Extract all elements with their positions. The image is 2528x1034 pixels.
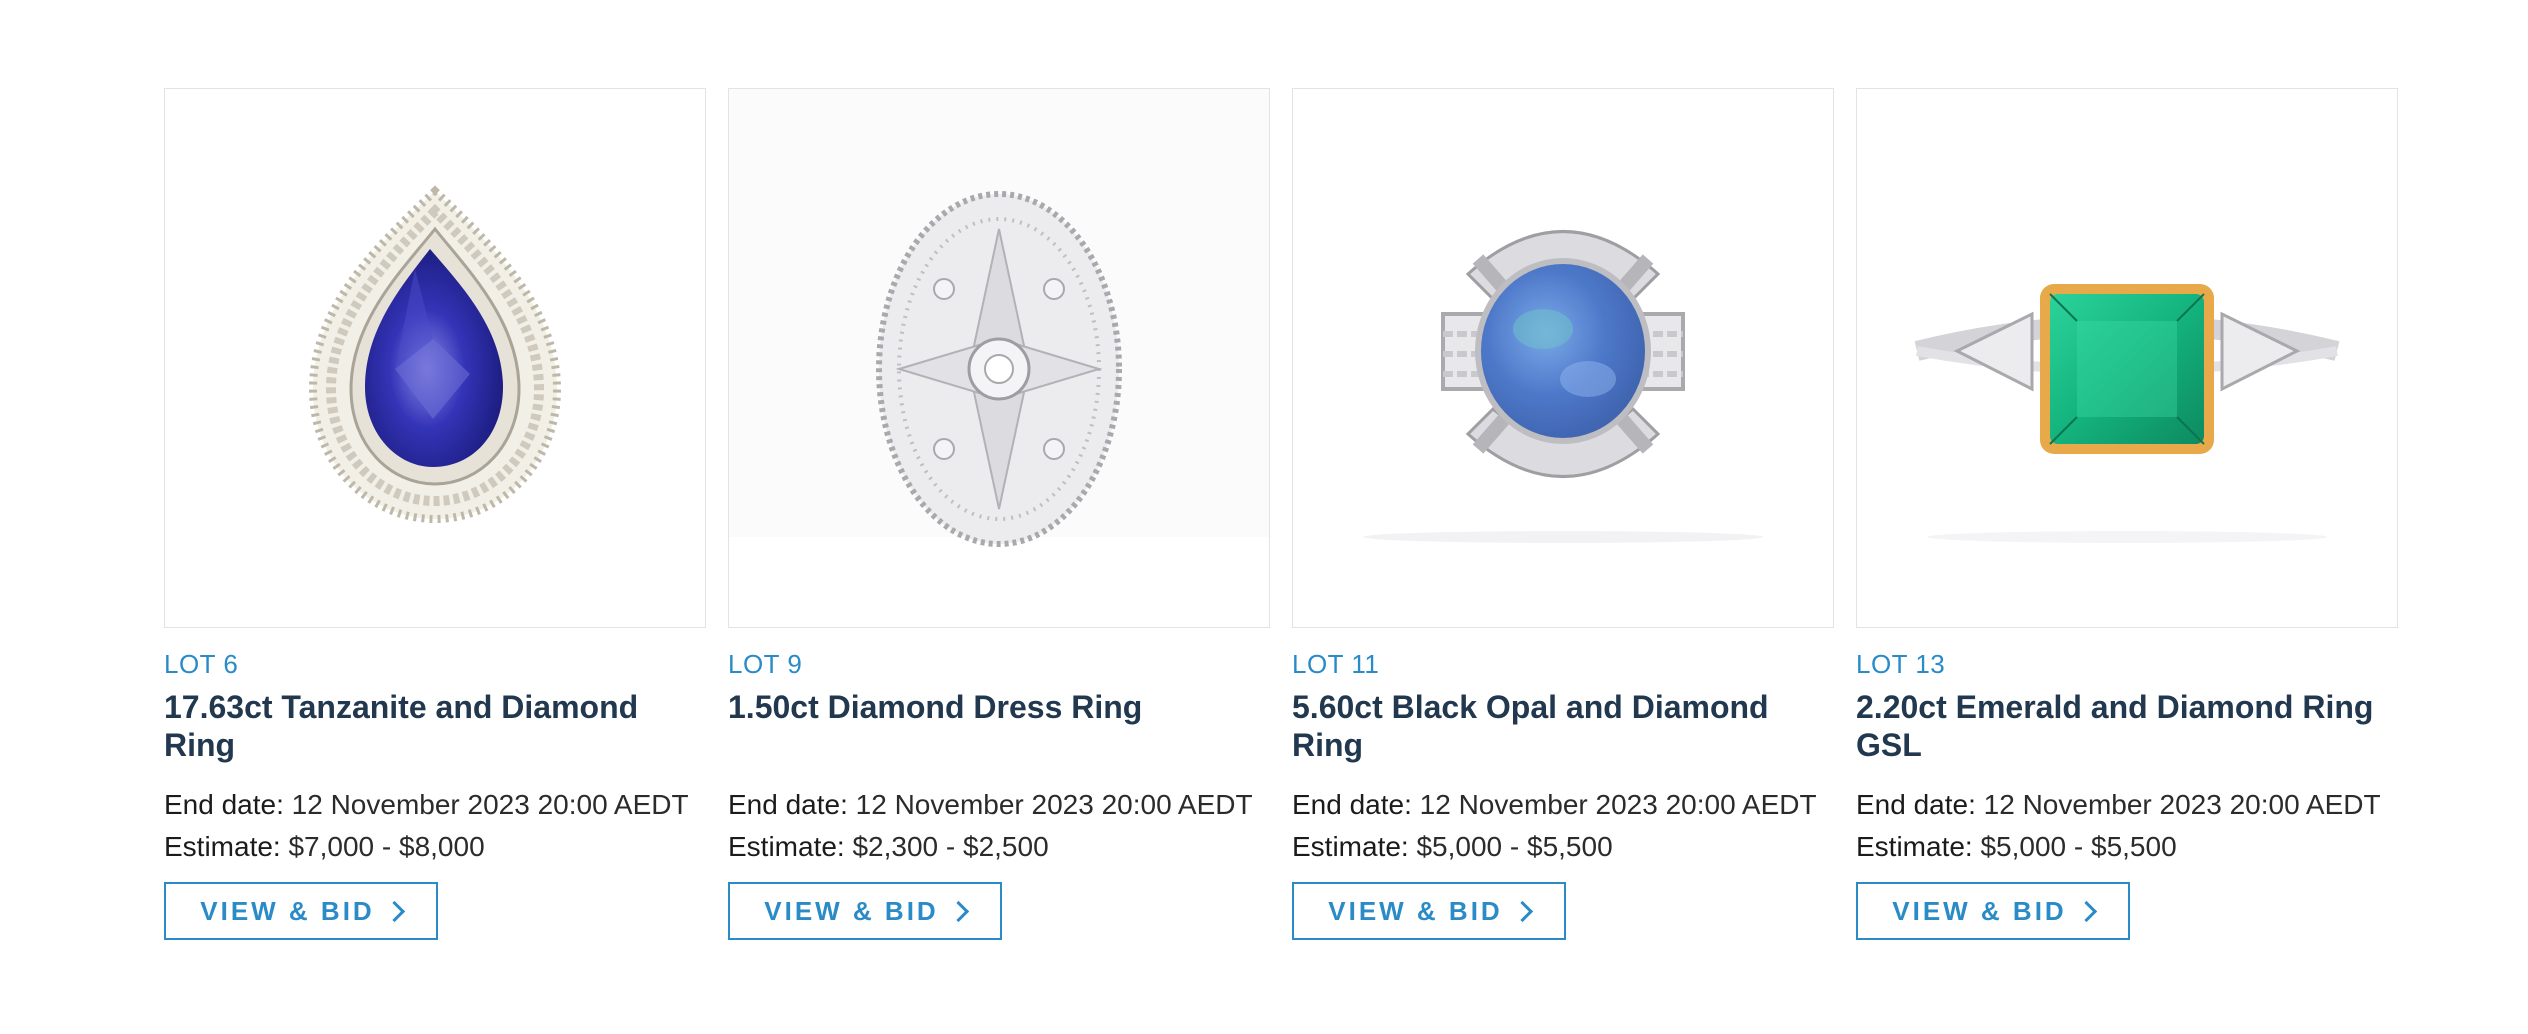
- view-bid-button[interactable]: VIEW & BID: [1856, 882, 2130, 940]
- chevron-right-icon: [383, 900, 405, 922]
- view-bid-label: VIEW & BID: [1328, 895, 1503, 926]
- lot-image[interactable]: [1292, 88, 1834, 628]
- chevron-right-icon: [947, 900, 969, 922]
- lot-meta: End date: 12 November 2023 20:00 AEDT Es…: [164, 784, 706, 868]
- end-date-value: 12 November 2023 20:00 AEDT: [1419, 789, 1817, 820]
- view-bid-label: VIEW & BID: [1892, 895, 2067, 926]
- estimate-label: Estimate:: [728, 831, 845, 862]
- lot-image[interactable]: [728, 88, 1270, 628]
- view-bid-button[interactable]: VIEW & BID: [728, 882, 1002, 940]
- lot-card: LOT 11 5.60ct Black Opal and Diamond Rin…: [1292, 88, 1834, 940]
- lot-card: LOT 6 17.63ct Tanzanite and Diamond Ring…: [164, 88, 706, 940]
- lot-number: LOT 11: [1292, 649, 1380, 679]
- estimate-label: Estimate:: [164, 831, 281, 862]
- lot-meta: End date: 12 November 2023 20:00 AEDT Es…: [728, 784, 1270, 868]
- estimate-value: $7,000 - $8,000: [288, 831, 485, 862]
- view-bid-label: VIEW & BID: [764, 895, 939, 926]
- lot-title[interactable]: 5.60ct Black Opal and Diamond Ring: [1292, 688, 1834, 764]
- view-bid-label: VIEW & BID: [200, 895, 375, 926]
- end-date-label: End date:: [164, 789, 284, 820]
- estimate-value: $5,000 - $5,500: [1416, 831, 1613, 862]
- end-date-label: End date:: [1292, 789, 1412, 820]
- lot-title[interactable]: 2.20ct Emerald and Diamond Ring GSL: [1856, 688, 2398, 764]
- lot-title[interactable]: 1.50ct Diamond Dress Ring: [728, 688, 1270, 764]
- estimate-label: Estimate:: [1856, 831, 1973, 862]
- lot-title[interactable]: 17.63ct Tanzanite and Diamond Ring: [164, 688, 706, 764]
- chevron-right-icon: [2075, 900, 2097, 922]
- lot-meta: End date: 12 November 2023 20:00 AEDT Es…: [1292, 784, 1834, 868]
- lot-number: LOT 13: [1856, 649, 1946, 679]
- black-opal-ring-image: [1363, 230, 1763, 543]
- end-date-value: 12 November 2023 20:00 AEDT: [1983, 789, 2381, 820]
- tanzanite-ring-image: [308, 185, 562, 524]
- end-date-label: End date:: [1856, 789, 1976, 820]
- lot-image[interactable]: [164, 88, 706, 628]
- lot-grid: LOT 6 17.63ct Tanzanite and Diamond Ring…: [164, 88, 2398, 940]
- lot-card: LOT 9 1.50ct Diamond Dress Ring End date…: [728, 88, 1270, 940]
- estimate-label: Estimate:: [1292, 831, 1409, 862]
- emerald-ring-image: [1914, 284, 2340, 543]
- view-bid-button[interactable]: VIEW & BID: [1292, 882, 1566, 940]
- end-date-value: 12 November 2023 20:00 AEDT: [291, 789, 689, 820]
- estimate-value: $2,300 - $2,500: [852, 831, 1049, 862]
- diamond-dress-ring-image: [729, 89, 1269, 547]
- lot-card: LOT 13 2.20ct Emerald and Diamond Ring G…: [1856, 88, 2398, 940]
- end-date-label: End date:: [728, 789, 848, 820]
- end-date-value: 12 November 2023 20:00 AEDT: [855, 789, 1253, 820]
- lot-number: LOT 9: [728, 649, 803, 679]
- lot-image[interactable]: [1856, 88, 2398, 628]
- view-bid-button[interactable]: VIEW & BID: [164, 882, 438, 940]
- lot-number: LOT 6: [164, 649, 239, 679]
- estimate-value: $5,000 - $5,500: [1980, 831, 2177, 862]
- lot-meta: End date: 12 November 2023 20:00 AEDT Es…: [1856, 784, 2398, 868]
- chevron-right-icon: [1511, 900, 1533, 922]
